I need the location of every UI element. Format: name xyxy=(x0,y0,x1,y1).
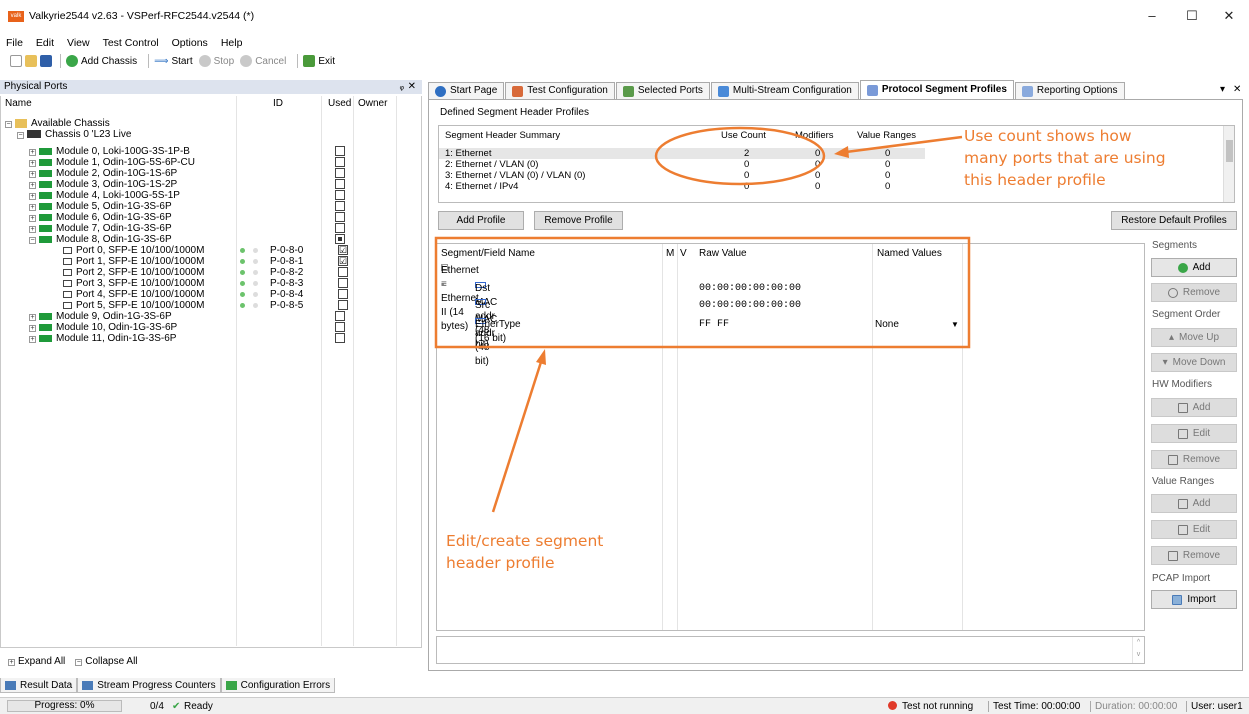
segment-editor-highlight-box xyxy=(434,236,971,349)
annotation-overlay xyxy=(434,126,971,513)
edit-arrow xyxy=(491,361,543,513)
annotation-line: header profile xyxy=(446,554,555,572)
annotation-line: Edit/create segment xyxy=(446,532,604,550)
annotation-line: many ports that are using xyxy=(964,149,1166,167)
use-count-annotation: Use count shows how many ports that are … xyxy=(964,125,1166,191)
use-count-arrowhead xyxy=(834,146,849,158)
annotation-line: this header profile xyxy=(964,171,1106,189)
use-count-arrow xyxy=(845,135,963,154)
edit-annotation: Edit/create segment header profile xyxy=(446,530,603,574)
use-count-highlight-ellipse xyxy=(654,126,826,186)
edit-arrowhead xyxy=(536,349,546,365)
annotation-line: Use count shows how xyxy=(964,127,1132,145)
